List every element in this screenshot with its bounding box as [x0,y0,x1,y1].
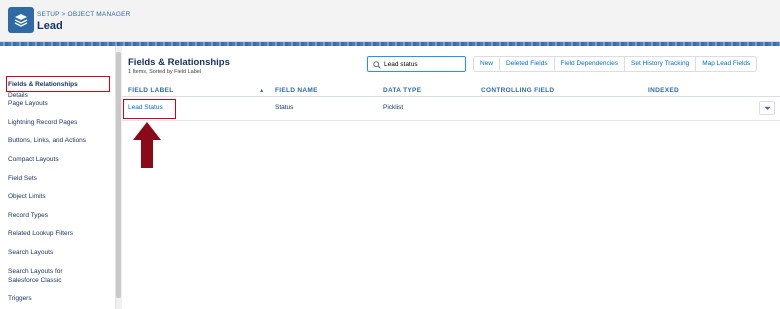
quick-find-box[interactable] [367,56,466,72]
sidebar-item-search-layouts-classic[interactable]: Search Layouts for Salesforce Classic [8,267,63,285]
main-panel [122,46,780,309]
table-header-divider [122,96,780,97]
sort-ascending-icon[interactable]: ▲ [259,88,265,94]
section-title: Fields & Relationships [128,57,230,68]
sidebar-item-search-layouts[interactable]: Search Layouts [8,248,53,257]
column-header-data-type[interactable]: DATA TYPE [383,87,421,94]
search-input[interactable] [384,59,464,70]
data-type-cell: Picklist [383,104,404,111]
sidebar-item-page-layouts[interactable]: Page Layouts [8,99,48,108]
field-dependencies-button[interactable]: Field Dependencies [555,57,626,71]
set-history-tracking-button[interactable]: Set History Tracking [625,57,697,71]
layers-icon [8,7,34,33]
sidebar-item-field-sets[interactable]: Field Sets [8,174,37,183]
scrollbar-thumb[interactable] [116,52,121,298]
row-actions-menu[interactable] [759,101,775,115]
new-button[interactable]: New [474,57,501,71]
deleted-fields-button[interactable]: Deleted Fields [500,57,555,71]
action-button-group: New Deleted Fields Field Dependencies Se… [473,56,758,72]
sidebar-item-lightning-record-pages[interactable]: Lightning Record Pages [8,118,77,127]
breadcrumb[interactable]: SETUP > OBJECT MANAGER [37,11,131,18]
sidebar-item-label: Salesforce Classic [8,277,62,284]
column-header-field-name[interactable]: FIELD NAME [275,87,318,94]
sidebar-item-buttons-links-actions[interactable]: Buttons, Links, and Actions [8,136,86,145]
table-row-divider [122,120,780,121]
column-header-controlling-field[interactable]: CONTROLLING FIELD [481,87,554,94]
column-header-indexed[interactable]: INDEXED [648,87,679,94]
sidebar-item-label: Search Layouts for [8,268,63,275]
map-lead-fields-button[interactable]: Map Lead Fields [696,57,756,71]
page-title: Lead [37,20,63,32]
annotation-highlight-box [123,99,176,119]
chevron-down-icon [764,106,771,110]
annotation-arrow-icon [133,122,161,168]
app-header: SETUP > OBJECT MANAGER Lead [0,0,780,42]
sidebar-item-record-types[interactable]: Record Types [8,211,48,220]
sidebar-item-compact-layouts[interactable]: Compact Layouts [8,155,59,164]
field-name-cell: Status [275,104,294,111]
sidebar-item-related-lookup-filters[interactable]: Related Lookup Filters [8,229,73,238]
column-header-field-label[interactable]: FIELD LABEL [128,87,174,94]
sidebar-item-triggers[interactable]: Triggers [8,294,32,303]
search-icon [373,61,381,69]
sidebar-item-object-limits[interactable]: Object Limits [8,192,46,201]
sidebar-active-highlight [6,76,110,92]
section-subtitle: 1 Items, Sorted by Field Label [128,69,202,75]
